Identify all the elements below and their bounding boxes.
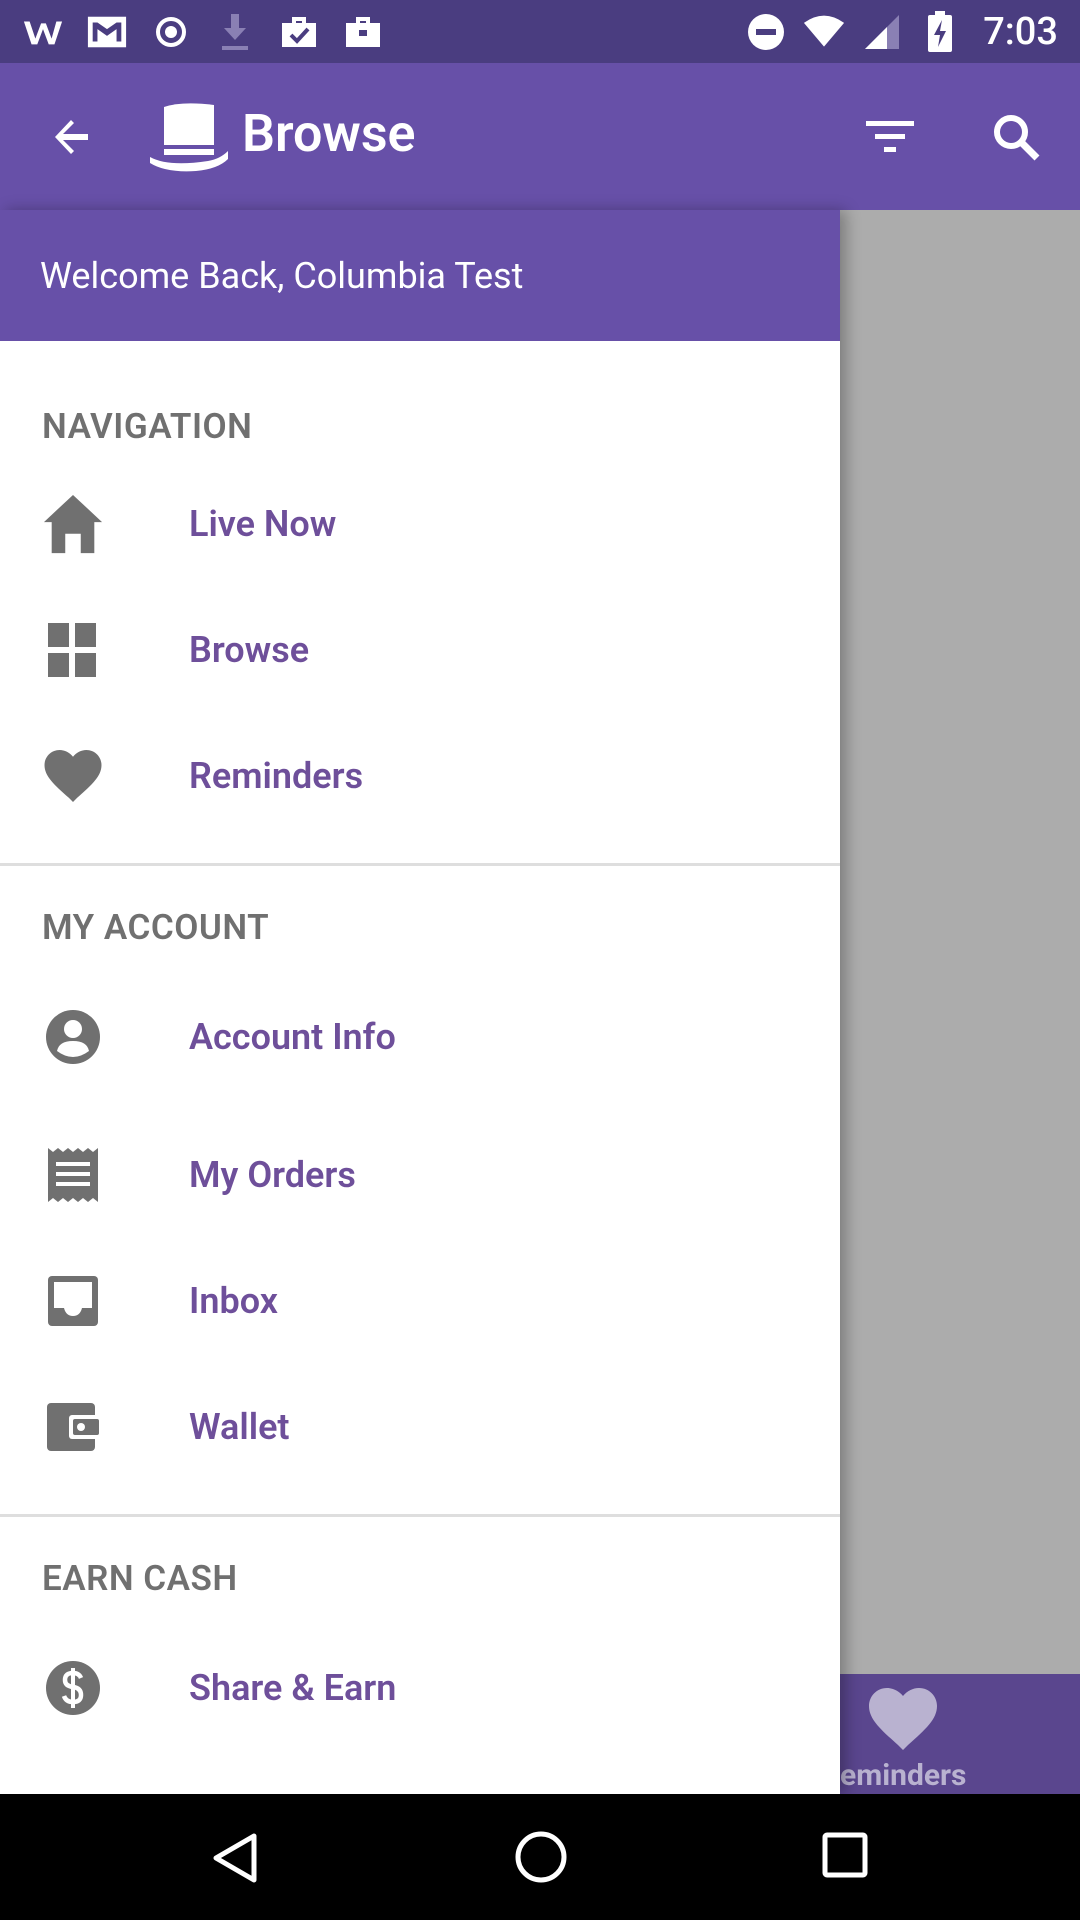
back-button[interactable]: [44, 109, 100, 165]
drawer-item-account-info[interactable]: Account Info: [0, 962, 840, 1112]
navigation-drawer: Welcome Back, Columbia Test NAVIGATION L…: [0, 210, 840, 1794]
nav-back-icon[interactable]: [210, 1832, 262, 1884]
bottom-tab-reminders[interactable]: eminders: [840, 1674, 1080, 1794]
drawer-item-browse[interactable]: Browse: [0, 587, 840, 713]
drawer-item-label: Live Now: [189, 503, 337, 545]
status-bar: 7:03: [0, 0, 1080, 63]
signal-icon: [861, 11, 903, 53]
filter-icon: [866, 121, 914, 152]
receipt-icon: [42, 1144, 104, 1206]
heart-icon: [42, 745, 104, 807]
drawer-item-label: Reminders: [189, 755, 364, 797]
page-title: Browse: [242, 103, 416, 164]
status-time: 7:03: [983, 9, 1058, 54]
briefcase-icon: [342, 11, 384, 53]
filter-button[interactable]: [862, 109, 918, 165]
grid-icon: [42, 619, 104, 681]
inbox-icon: [42, 1270, 104, 1332]
section-title-earn-cash: EARN CASH: [42, 1558, 238, 1599]
battery-charging-icon: [919, 10, 961, 53]
drawer-item-wallet[interactable]: Wallet: [0, 1364, 840, 1490]
app-bar: Browse: [0, 63, 1080, 210]
wifi-icon: [803, 11, 845, 53]
account-circle-icon: [42, 1006, 104, 1068]
drawer-item-share-earn[interactable]: Share & Earn: [0, 1613, 840, 1763]
drawer-item-my-orders[interactable]: My Orders: [0, 1112, 840, 1238]
welcome-text: Welcome Back, Columbia Test: [40, 254, 524, 297]
system-nav-bar: [0, 1794, 1080, 1920]
drawer-item-label: Account Info: [189, 1016, 396, 1058]
nav-recent-apps-icon[interactable]: [822, 1832, 868, 1878]
section-title-my-account: MY ACCOUNT: [42, 907, 270, 948]
drawer-item-label: My Orders: [189, 1154, 356, 1196]
search-icon: [994, 115, 1040, 161]
wattpad-icon: [22, 11, 64, 53]
drawer-header: Welcome Back, Columbia Test: [0, 210, 840, 341]
dollar-circle-icon: [42, 1657, 104, 1719]
top-hat-logo: [148, 101, 230, 173]
heart-icon: [869, 1688, 937, 1750]
drawer-item-label: Browse: [189, 629, 310, 671]
briefcase-check-icon: [278, 11, 320, 53]
do-not-disturb-icon: [745, 11, 787, 53]
gmail-icon: [86, 11, 128, 53]
nav-home-icon[interactable]: [514, 1830, 568, 1884]
drawer-scrim[interactable]: [840, 210, 1080, 1674]
section-title-navigation: NAVIGATION: [42, 406, 253, 447]
drawer-item-inbox[interactable]: Inbox: [0, 1238, 840, 1364]
search-button[interactable]: [988, 109, 1044, 165]
record-icon: [150, 11, 192, 53]
drawer-item-live-now[interactable]: Live Now: [0, 461, 840, 587]
drawer-item-label: Share & Earn: [189, 1667, 397, 1709]
drawer-item-label: Wallet: [189, 1406, 290, 1448]
drawer-item-reminders[interactable]: Reminders: [0, 713, 840, 839]
bottom-tab-label: eminders: [840, 1758, 967, 1793]
wallet-icon: [42, 1396, 104, 1458]
download-icon: [214, 11, 256, 53]
home-icon: [42, 493, 104, 555]
drawer-item-label: Inbox: [189, 1280, 278, 1322]
arrow-back-icon: [55, 120, 88, 154]
